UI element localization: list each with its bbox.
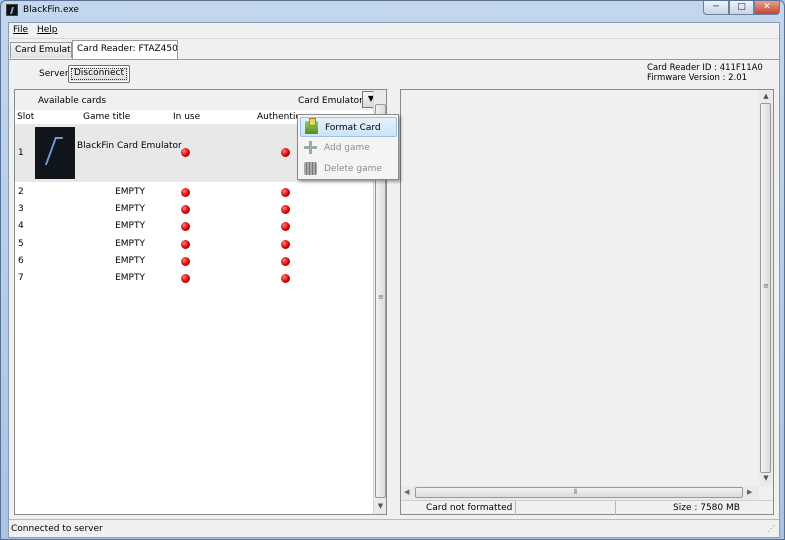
- card-status-bar: Card not formatted Size : 7580 MB: [401, 500, 773, 515]
- status-bar: Connected to server ⋰: [9, 519, 779, 537]
- status-separator: [515, 501, 516, 515]
- in-use-status-icon: [181, 188, 190, 197]
- scroll-thumb[interactable]: ⦀: [415, 487, 743, 498]
- slot-number: 2: [18, 187, 24, 197]
- add-game-icon: [304, 141, 317, 154]
- connection-status: Connected to server: [11, 524, 103, 534]
- card-reader-panel: Server: Disconnect Card Reader ID : 411F…: [9, 60, 779, 519]
- column-slot[interactable]: Slot: [17, 112, 34, 122]
- menu-item-label: Add game: [324, 143, 370, 153]
- game-title: EMPTY: [115, 204, 145, 214]
- window-title: BlackFin.exe: [23, 5, 79, 15]
- firmware-version: Firmware Version : 2.01: [647, 73, 748, 83]
- tab-card-reader[interactable]: Card Reader: FTAZ450A: [72, 40, 178, 59]
- game-title: EMPTY: [115, 256, 145, 266]
- table-row[interactable]: 2 EMPTY: [15, 184, 373, 201]
- menu-file-label: File: [13, 25, 29, 35]
- table-row[interactable]: 7 EMPTY: [15, 270, 373, 287]
- reader-info: Card Reader ID : 411F11A0 Firmware Versi…: [647, 63, 763, 83]
- in-use-status-icon: [181, 274, 190, 283]
- authentic-status-icon: [281, 222, 290, 231]
- authentic-status-icon: [281, 274, 290, 283]
- status-separator: [615, 501, 616, 515]
- game-title: EMPTY: [115, 187, 145, 197]
- menu-item-add-game[interactable]: Add game: [300, 138, 397, 158]
- grip-icon: ≡: [378, 293, 384, 301]
- in-use-status-icon: [181, 205, 190, 214]
- slot-number: 7: [18, 273, 24, 283]
- card-contents-pane: ▲ ≡ ▼ ◀ ⦀ ▶ Card not formatted Size : 75…: [400, 89, 774, 515]
- menu-file[interactable]: File: [13, 25, 28, 35]
- disconnect-button[interactable]: Disconnect: [68, 65, 130, 83]
- game-title: EMPTY: [115, 273, 145, 283]
- scroll-down-arrow-icon[interactable]: ▼: [759, 474, 773, 482]
- minimize-button[interactable]: ─: [703, 1, 729, 15]
- menu-item-delete-game[interactable]: Delete game: [300, 159, 397, 179]
- authentic-status-icon: [281, 205, 290, 214]
- card-context-menu: Format Card Add game Delete game: [297, 114, 399, 180]
- menu-item-label: Format Card: [325, 123, 381, 133]
- app-icon: [6, 4, 18, 16]
- card-type-combo-value[interactable]: Card Emulator: [298, 96, 363, 106]
- scroll-right-arrow-icon[interactable]: ▶: [747, 488, 752, 496]
- authentic-status-icon: [281, 148, 290, 157]
- slot-number: 3: [18, 204, 24, 214]
- slot-number: 6: [18, 256, 24, 266]
- table-row[interactable]: 6 EMPTY: [15, 253, 373, 270]
- blackfin-logo-icon: [44, 137, 64, 165]
- delete-game-icon: [304, 162, 317, 175]
- menu-item-format-card[interactable]: Format Card: [300, 117, 397, 137]
- close-button[interactable]: ✕: [754, 1, 780, 15]
- resize-grip-icon[interactable]: ⋰: [767, 524, 775, 533]
- grip-icon: ≡: [763, 282, 769, 290]
- menu-help[interactable]: Help: [37, 25, 58, 35]
- table-row[interactable]: 4 EMPTY: [15, 218, 373, 235]
- available-cards-label: Available cards: [38, 96, 107, 106]
- right-horizontal-scrollbar[interactable]: ◀ ⦀ ▶: [401, 486, 759, 500]
- tab-strip: Card Emulator Card Reader: FTAZ450A: [9, 40, 779, 59]
- slot-number: 5: [18, 239, 24, 249]
- authentic-status-icon: [281, 188, 290, 197]
- card-format-status: Card not formatted: [426, 503, 513, 513]
- authentic-status-icon: [281, 240, 290, 249]
- tab-card-emulator[interactable]: Card Emulator: [10, 42, 72, 58]
- authentic-status-icon: [281, 257, 290, 266]
- title-bar[interactable]: BlackFin.exe ─ □ ✕: [1, 1, 784, 21]
- scroll-left-arrow-icon[interactable]: ◀: [404, 488, 409, 496]
- scroll-thumb[interactable]: ≡: [760, 103, 771, 473]
- grip-icon: ⦀: [574, 488, 578, 496]
- column-authentic[interactable]: Authentic: [257, 112, 297, 122]
- server-label: Server:: [39, 69, 72, 79]
- available-cards-pane: Available cards Card Emulator ▼ Slot Gam…: [14, 89, 399, 515]
- cards-header: Available cards Card Emulator ▼: [15, 90, 380, 110]
- game-title: EMPTY: [115, 221, 145, 231]
- app-window: BlackFin.exe ─ □ ✕ File Help Card Emulat…: [0, 0, 785, 540]
- game-title: EMPTY: [115, 239, 145, 249]
- column-in-use[interactable]: In use: [173, 112, 200, 122]
- in-use-status-icon: [181, 240, 190, 249]
- game-thumbnail: [35, 127, 75, 179]
- menu-bar: File Help: [9, 23, 779, 39]
- reader-id: Card Reader ID : 411F11A0: [647, 63, 763, 73]
- maximize-button[interactable]: □: [729, 1, 754, 15]
- menu-help-label: Help: [37, 25, 58, 35]
- scroll-up-arrow-icon[interactable]: ▲: [759, 92, 773, 100]
- client-area: File Help Card Emulator Card Reader: FTA…: [8, 22, 780, 538]
- table-row[interactable]: 5 EMPTY: [15, 236, 373, 253]
- column-game-title[interactable]: Game title: [83, 112, 130, 122]
- slot-number: 4: [18, 221, 24, 231]
- in-use-status-icon: [181, 222, 190, 231]
- game-title: BlackFin Card Emulator: [77, 141, 182, 151]
- in-use-status-icon: [181, 257, 190, 266]
- format-card-icon: [305, 118, 318, 134]
- scroll-down-arrow-icon[interactable]: ▼: [374, 502, 387, 510]
- right-vertical-scrollbar[interactable]: ▲ ≡ ▼: [759, 90, 773, 486]
- in-use-status-icon: [181, 148, 190, 157]
- slot-number: 1: [18, 148, 24, 158]
- card-size: Size : 7580 MB: [673, 503, 740, 513]
- table-row[interactable]: 3 EMPTY: [15, 201, 373, 218]
- menu-item-label: Delete game: [324, 164, 382, 174]
